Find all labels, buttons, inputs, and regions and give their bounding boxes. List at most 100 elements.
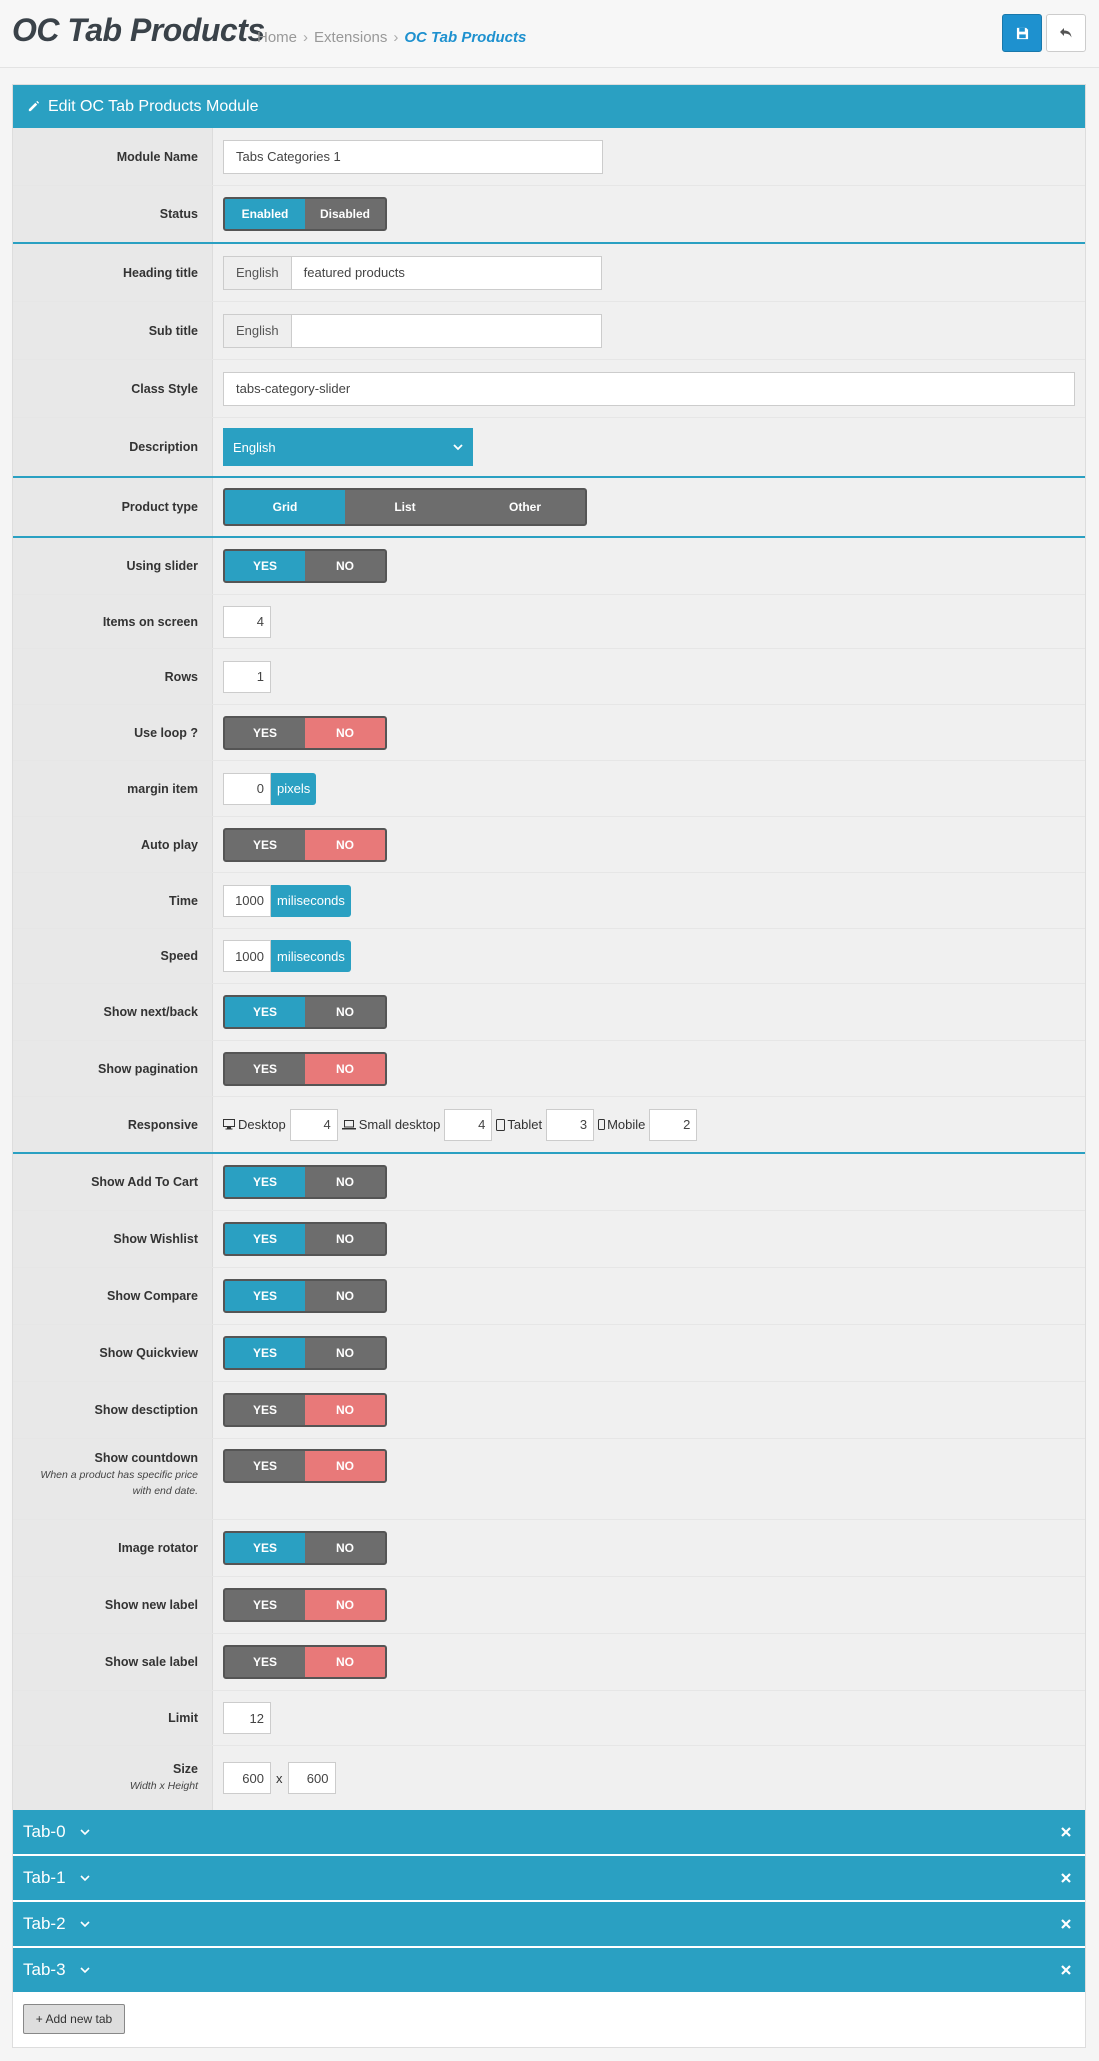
save-button[interactable] [1002,14,1042,52]
time-input[interactable]: 1000 [223,884,271,917]
breadcrumb-current[interactable]: OC Tab Products [404,29,526,46]
tab-header-1[interactable]: Tab-1 [13,1856,1085,1900]
sub-title-input[interactable] [291,313,602,348]
small-desktop-items-input[interactable]: 4 [444,1108,493,1141]
form-row-show-next-back: Show next/back YES NO [13,984,1085,1041]
image-rotator-toggle[interactable]: YES NO [223,1531,387,1565]
show-add-to-cart-toggle[interactable]: YES NO [223,1165,387,1199]
toggle-no[interactable]: NO [305,1338,385,1368]
desktop-items-input[interactable]: 4 [289,1108,338,1141]
field-label: Show desctiption [13,1382,213,1438]
show-sale-label-toggle[interactable]: YES NO [223,1645,387,1679]
product-type-other[interactable]: Other [465,490,585,524]
auto-play-toggle[interactable]: YES NO [223,827,387,862]
toggle-no[interactable]: NO [305,1647,385,1677]
form-row-show-new-label: Show new label YES NO [13,1577,1085,1634]
laptop-icon [341,1119,356,1129]
form-row-status: Status Enabled Disabled [13,186,1085,244]
page-title: OC Tab Products [12,12,265,48]
limit-input[interactable]: 12 [223,1702,271,1734]
show-next-back-toggle[interactable]: YES NO [223,995,387,1029]
close-icon[interactable] [1061,1873,1071,1883]
show-description-toggle[interactable]: YES NO [223,1393,387,1427]
show-pagination-toggle[interactable]: YES NO [223,1051,387,1086]
close-icon[interactable] [1061,1965,1071,1975]
product-type-toggle[interactable]: Grid List Other [223,488,587,526]
toggle-yes[interactable]: YES [225,1281,305,1311]
show-new-label-toggle[interactable]: YES NO [223,1588,387,1622]
product-type-list[interactable]: List [345,490,465,524]
toggle-yes[interactable]: YES [225,1533,305,1563]
toggle-yes[interactable]: YES [225,1167,305,1197]
items-on-screen-input[interactable]: 4 [223,605,271,638]
tab-title: Tab-2 [23,1914,66,1933]
toggle-yes[interactable]: YES [225,1224,305,1254]
toggle-no[interactable]: NO [305,1053,385,1084]
toggle-yes[interactable]: YES [225,1590,305,1620]
toggle-yes[interactable]: YES [225,1395,305,1425]
toggle-no[interactable]: NO [305,1167,385,1197]
speed-input[interactable]: 1000 [223,940,271,972]
show-compare-toggle[interactable]: YES NO [223,1279,387,1313]
using-slider-toggle[interactable]: YES NO [223,549,387,583]
class-style-input[interactable]: tabs-category-slider [223,371,1075,406]
chevron-down-icon [79,1874,90,1881]
description-language-select[interactable]: English [223,428,473,466]
use-loop-toggle[interactable]: YES NO [223,715,387,750]
toggle-no[interactable]: NO [305,1281,385,1311]
toggle-yes[interactable]: YES [225,997,305,1027]
breadcrumb-extensions[interactable]: Extensions [314,29,387,46]
toggle-no[interactable]: NO [305,1590,385,1620]
module-name-input[interactable]: Tabs Categories 1 [223,139,603,174]
heading-title-input[interactable]: featured products [291,255,602,290]
toggle-yes[interactable]: YES [225,1054,305,1084]
toggle-no[interactable]: NO [305,1224,385,1254]
edit-module-panel: Edit OC Tab Products Module Module Name … [12,84,1086,2048]
status-enabled-option[interactable]: Enabled [225,199,305,229]
show-quickview-toggle[interactable]: YES NO [223,1336,387,1370]
toggle-no[interactable]: NO [305,829,385,860]
margin-item-input[interactable]: 0 [223,772,271,805]
close-icon[interactable] [1061,1827,1071,1837]
field-hint: When a product has specific price with e… [40,1469,198,1497]
size-width-input[interactable]: 600 [223,1762,271,1794]
rows-input[interactable]: 1 [223,660,271,693]
toggle-no[interactable]: NO [305,1451,385,1481]
form-row-speed: Speed 1000 miliseconds [13,929,1085,984]
status-disabled-option[interactable]: Disabled [305,199,385,229]
toggle-yes[interactable]: YES [225,551,305,581]
toggle-no[interactable]: NO [305,717,385,748]
field-label: Items on screen [13,595,213,648]
toggle-yes[interactable]: YES [225,830,305,860]
form-row-use-loop: Use loop ? YES NO [13,705,1085,761]
close-icon[interactable] [1061,1919,1071,1929]
add-new-tab-button[interactable]: + Add new tab [23,2004,125,2034]
tab-header-3[interactable]: Tab-3 [13,1948,1085,1992]
breadcrumb-home[interactable]: Home [257,29,297,46]
tablet-items-input[interactable]: 3 [546,1108,595,1141]
show-wishlist-toggle[interactable]: YES NO [223,1222,387,1256]
toggle-yes[interactable]: YES [225,718,305,748]
form-row-module-name: Module Name Tabs Categories 1 [13,128,1085,186]
field-label: Show Wishlist [13,1211,213,1267]
back-button[interactable] [1046,14,1086,52]
toggle-no[interactable]: NO [305,1395,385,1425]
form-row-heading-title: Heading title English featured products [13,244,1085,302]
toggle-yes[interactable]: YES [225,1451,305,1481]
tab-header-2[interactable]: Tab-2 [13,1902,1085,1946]
size-separator: x [276,1770,283,1786]
product-type-grid[interactable]: Grid [225,490,345,524]
size-height-input[interactable]: 600 [287,1762,336,1794]
mobile-items-input[interactable]: 2 [649,1108,698,1141]
form-row-sub-title: Sub title English [13,302,1085,360]
tab-header-0[interactable]: Tab-0 [13,1810,1085,1854]
toggle-no[interactable]: NO [305,997,385,1027]
chevron-down-icon [453,443,463,450]
status-toggle[interactable]: Enabled Disabled [223,197,387,231]
show-countdown-toggle[interactable]: YES NO [223,1449,387,1483]
toggle-yes[interactable]: YES [225,1647,305,1677]
language-addon: English [223,313,292,348]
toggle-no[interactable]: NO [305,1533,385,1563]
toggle-no[interactable]: NO [305,551,385,581]
toggle-yes[interactable]: YES [225,1338,305,1368]
